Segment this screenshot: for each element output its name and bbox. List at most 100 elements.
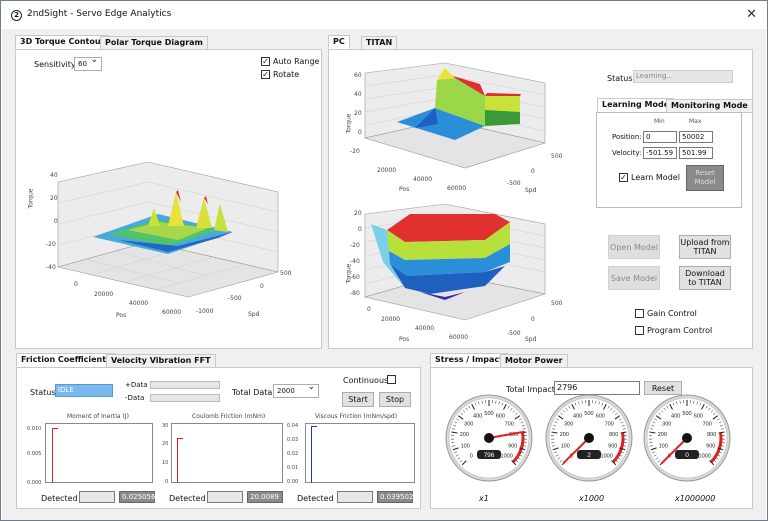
z-tick: -20 — [46, 241, 56, 248]
upload-from-titan-button[interactable]: Upload from TITAN — [679, 235, 731, 259]
gauge-tick-label: 700 — [605, 421, 614, 427]
learning-mode-panel: Min Max Position: 0 50002 Velocity: -501… — [596, 112, 742, 208]
gauge-multiplier: x1000 — [579, 494, 605, 503]
min-header: Min — [654, 118, 665, 125]
viscous-chart: Viscous Friction (mNm/spd) 0.04 0.03 0.0… — [287, 413, 417, 508]
auto-range-checkbox[interactable]: ✓ Auto Range — [261, 57, 319, 66]
reset-model-button[interactable]: Reset Model — [686, 165, 724, 191]
checkmark-icon: ✓ — [261, 70, 270, 79]
continuous-label: Continuous — [343, 376, 389, 385]
tab-polar-torque-diagram[interactable]: Polar Torque Diagram — [100, 36, 208, 50]
gauge-tick-label: 500 — [584, 411, 593, 417]
plus-data-label: +Data — [125, 381, 148, 389]
program-control-label: Program Control — [647, 326, 713, 335]
z-tick: 40 — [354, 91, 362, 98]
x-tick: 60000 — [162, 309, 182, 316]
learn-model-checkbox[interactable]: ✓ Learn Model — [619, 173, 680, 182]
gauge-tick-label: 1000 — [501, 454, 513, 460]
gauge-tick-label: 1000 — [601, 454, 613, 460]
model-surface-plot-1 — [363, 62, 547, 169]
z-tick: -20 — [350, 148, 360, 155]
velocity-min-field[interactable]: -501.59 — [643, 147, 677, 159]
tab-pc[interactable]: PC — [328, 35, 350, 49]
rotate-label: Rotate — [273, 70, 300, 79]
friction-status-label: Status — [30, 388, 56, 397]
y-tick: 0.010 — [27, 426, 42, 432]
y-tick: 0.005 — [27, 451, 42, 457]
impact-gauge: 010020030040050060070080090010000 — [643, 394, 731, 482]
z-tick: -60 — [350, 274, 360, 281]
gauge-multiplier: x1 — [479, 494, 489, 503]
gauge-tick-label: 500 — [682, 411, 691, 417]
x-axis-label: Pos — [116, 312, 127, 319]
tab-learning-mode[interactable]: Learning Mode — [597, 98, 675, 112]
y-tick: -500 — [507, 330, 521, 337]
y-tick: 0 — [260, 283, 264, 290]
gauge-tick-label: 900 — [508, 444, 517, 450]
stress-impact-panel: Total Impact: 2796 Reset 0 100 200 300 400 50… — [430, 367, 753, 509]
detected-empty-field — [79, 491, 115, 503]
minus-data-progress-bar — [150, 394, 220, 402]
detected-value-field: 0.025056 — [119, 491, 155, 503]
gauge-tick-label: 800 — [609, 432, 618, 438]
gauge-value: 0 — [685, 452, 689, 459]
gauge-tick-label: 900 — [706, 444, 715, 450]
tab-monitoring-mode[interactable]: Monitoring Mode — [666, 99, 753, 113]
y-tick: 500 — [551, 300, 563, 307]
coulomb-chart: Coulomb Friction (mNm) 30 20 10 0 Detect… — [157, 413, 285, 508]
chart-title: Viscous Friction (mNm/spd) — [315, 413, 398, 420]
plot-area — [171, 423, 283, 483]
x-tick: 40000 — [415, 325, 435, 332]
tab-stress-impact[interactable]: Stress / Impact — [430, 353, 508, 367]
x-axis-label: Pos — [399, 186, 410, 193]
start-button[interactable]: Start — [342, 392, 374, 407]
tab-titan[interactable]: TITAN — [361, 36, 398, 50]
open-model-button[interactable]: Open Model — [608, 235, 660, 259]
y-axis-label: Spd — [248, 311, 260, 318]
y-axis-label: Spd — [525, 336, 537, 343]
y-tick: 500 — [551, 153, 563, 160]
gauge-tick-label: 0 — [470, 454, 473, 460]
position-min-field[interactable]: 0 — [643, 131, 677, 143]
position-label: Position: — [612, 133, 642, 141]
tab-friction-coefficients[interactable]: Friction Coefficients — [16, 353, 116, 367]
tab-motor-power[interactable]: Motor Power — [500, 354, 568, 368]
z-tick: 20 — [354, 110, 362, 117]
gauge-tick-label: 300 — [464, 421, 473, 427]
tab-velocity-vibration-fft[interactable]: Velocity Vibration FFT — [106, 354, 216, 368]
download-to-titan-button[interactable]: Download to TITAN — [679, 266, 731, 290]
y-tick: 0.02 — [287, 451, 299, 457]
x-tick: 40000 — [129, 300, 149, 307]
series-line — [311, 426, 317, 483]
gauge-value: 2 — [587, 452, 591, 459]
stop-button[interactable]: Stop — [379, 392, 411, 407]
sensitivity-select[interactable]: 60 — [74, 55, 102, 71]
gauge-tick-label: 100 — [659, 444, 668, 450]
continuous-checkbox[interactable] — [387, 375, 396, 384]
y-tick: -500 — [507, 180, 521, 187]
gauge-tick-label: 600 — [694, 414, 703, 420]
gain-control-checkbox[interactable]: Gain Control — [635, 309, 697, 318]
detected-label: Detected — [41, 494, 78, 503]
app-logo-icon: 2 — [11, 10, 22, 21]
close-button[interactable]: ✕ — [746, 7, 757, 22]
gauge-value: 796 — [484, 452, 495, 459]
y-tick: -1000 — [196, 308, 214, 315]
gauge-hub — [584, 433, 594, 443]
title-bar: 2 2ndSight - Servo Edge Analytics ✕ — [1, 1, 767, 29]
velocity-max-field[interactable]: 501.99 — [679, 147, 713, 159]
x-tick: 60000 — [449, 334, 469, 341]
program-control-checkbox[interactable]: Program Control — [635, 326, 712, 335]
gauge-tick-label: 100 — [561, 444, 570, 450]
position-max-field[interactable]: 50002 — [679, 131, 713, 143]
pc-panel: Torque 60 40 20 0 -20 20000 40000 60000 … — [328, 49, 753, 349]
tab-3d-torque-contour[interactable]: 3D Torque Contour — [15, 35, 110, 49]
rotate-checkbox[interactable]: ✓ Rotate — [261, 70, 299, 79]
plot-area — [305, 423, 415, 483]
save-model-button[interactable]: Save Model — [608, 266, 660, 290]
total-data-select[interactable]: 2000 — [273, 382, 319, 398]
y-tick: 10 — [162, 460, 169, 466]
y-tick: 0.04 — [287, 423, 299, 429]
z-tick: -40 — [46, 264, 56, 271]
detected-value-field: 20.0089 — [247, 491, 283, 503]
